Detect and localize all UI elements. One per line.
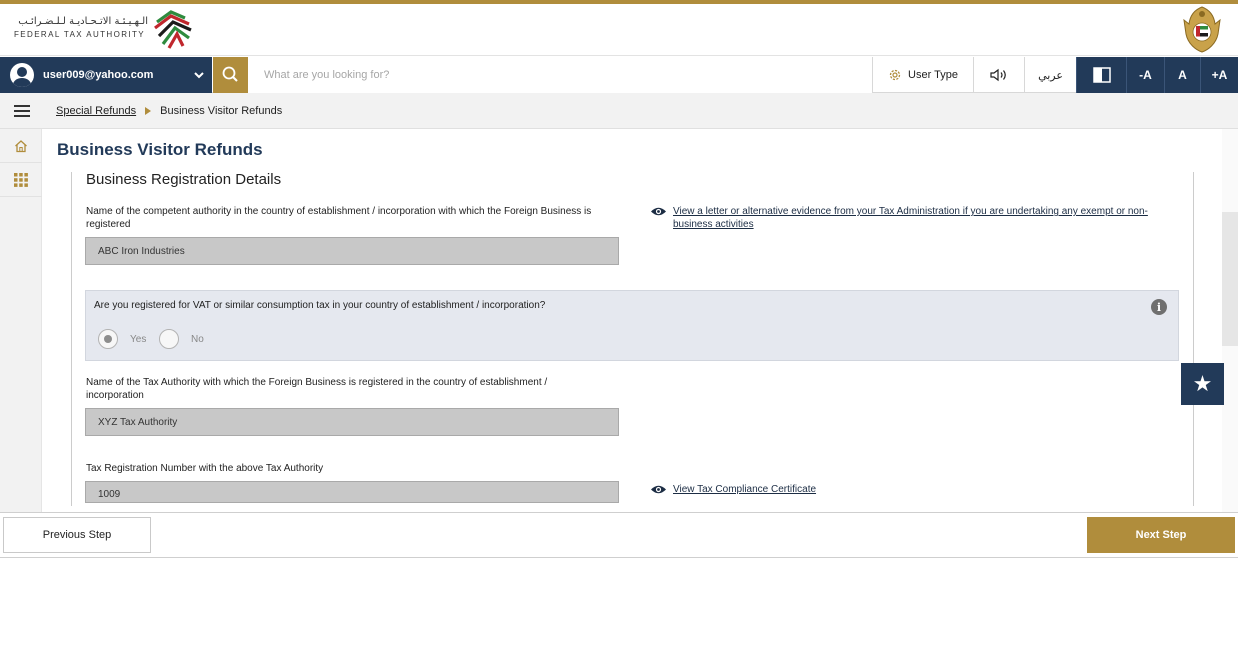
favorite-star-button[interactable]: ★ — [1181, 363, 1224, 405]
uae-emblem-icon — [1183, 6, 1221, 53]
scrollbar-thumb[interactable] — [1222, 212, 1238, 346]
section-title: Business Registration Details — [86, 171, 282, 188]
vat-yes-radio[interactable] — [98, 329, 118, 349]
font-normal-button[interactable]: A — [1164, 57, 1200, 93]
step-navigation-bar: Previous Step Next Step — [0, 512, 1238, 558]
star-icon: ★ — [1192, 371, 1213, 396]
authority-field[interactable]: ABC Iron Industries — [85, 237, 619, 265]
read-aloud-button[interactable] — [973, 57, 1024, 93]
contrast-toggle-button[interactable] — [1076, 57, 1126, 93]
language-arabic-button[interactable]: عربي — [1024, 57, 1076, 93]
fta-logo-text[interactable]: الـهـيـئـة الاتـحـاديـة لـلـضـرائـب FEDE… — [14, 16, 148, 41]
vat-no-label: No — [191, 334, 204, 345]
breadcrumb-current: Business Visitor Refunds — [160, 104, 283, 117]
speaker-icon — [990, 68, 1006, 82]
next-step-button[interactable]: Next Step — [1087, 517, 1235, 553]
side-nav — [0, 129, 42, 512]
font-increase-button[interactable]: +A — [1200, 57, 1238, 93]
search-button[interactable] — [213, 57, 248, 93]
tax-authority-field[interactable]: XYZ Tax Authority — [85, 408, 619, 436]
trn-field[interactable]: 1009 — [85, 481, 619, 503]
trn-label: Tax Registration Number with the above T… — [86, 463, 324, 474]
top-toolbar: user009@yahoo.com User Type عربي -A A — [0, 57, 1238, 93]
eye-icon — [651, 485, 666, 494]
page-title: Business Visitor Refunds — [57, 140, 263, 159]
site-header: الـهـيـئـة الاتـحـاديـة لـلـضـرائـب FEDE… — [0, 4, 1238, 56]
search-icon — [222, 66, 238, 82]
tax-authority-label: Name of the Tax Authority with which the… — [86, 377, 548, 401]
fta-logo-icon[interactable] — [151, 8, 195, 52]
tax-certificate-link[interactable]: View Tax Compliance Certificate — [650, 483, 950, 496]
breadcrumb-special-refunds[interactable]: Special Refunds — [56, 105, 136, 117]
home-icon — [15, 139, 27, 152]
user-email: user009@yahoo.com — [43, 69, 154, 81]
vat-registration-panel: Are you registered for VAT or similar co… — [85, 290, 1179, 361]
eye-icon — [651, 207, 666, 216]
user-type-label: User Type — [908, 69, 958, 81]
authority-label: Name of the competent authority in the c… — [86, 206, 592, 230]
breadcrumb-separator-icon — [145, 106, 152, 115]
side-nav-apps[interactable] — [0, 163, 42, 197]
info-icon[interactable]: i — [1151, 299, 1167, 315]
side-nav-home[interactable] — [0, 129, 42, 163]
vat-question: Are you registered for VAT or similar co… — [94, 300, 546, 311]
breadcrumb-bar: Special Refunds Business Visitor Refunds — [0, 93, 1238, 129]
evidence-letter-link[interactable]: View a letter or alternative evidence fr… — [650, 205, 1170, 231]
logo-english-text: FEDERAL TAX AUTHORITY — [14, 30, 146, 39]
logo-arabic-text: الـهـيـئـة الاتـحـاديـة لـلـضـرائـب — [18, 16, 148, 27]
font-decrease-button[interactable]: -A — [1126, 57, 1164, 93]
user-type-button[interactable]: User Type — [872, 57, 973, 93]
hamburger-menu-button[interactable] — [0, 93, 44, 129]
gear-icon — [889, 69, 901, 81]
tax-certificate-link-text[interactable]: View Tax Compliance Certificate — [673, 483, 816, 496]
vat-yes-label: Yes — [130, 334, 147, 345]
search-input[interactable] — [248, 57, 872, 93]
grid-icon — [14, 172, 28, 187]
previous-step-button[interactable]: Previous Step — [3, 517, 151, 553]
hamburger-icon — [14, 104, 30, 117]
chevron-down-icon[interactable] — [192, 68, 206, 82]
evidence-letter-link-text[interactable]: View a letter or alternative evidence fr… — [673, 205, 1170, 231]
user-avatar-icon — [10, 63, 34, 87]
vat-no-radio[interactable] — [159, 329, 179, 349]
contrast-icon — [1092, 67, 1111, 83]
user-menu[interactable]: user009@yahoo.com — [0, 57, 212, 93]
